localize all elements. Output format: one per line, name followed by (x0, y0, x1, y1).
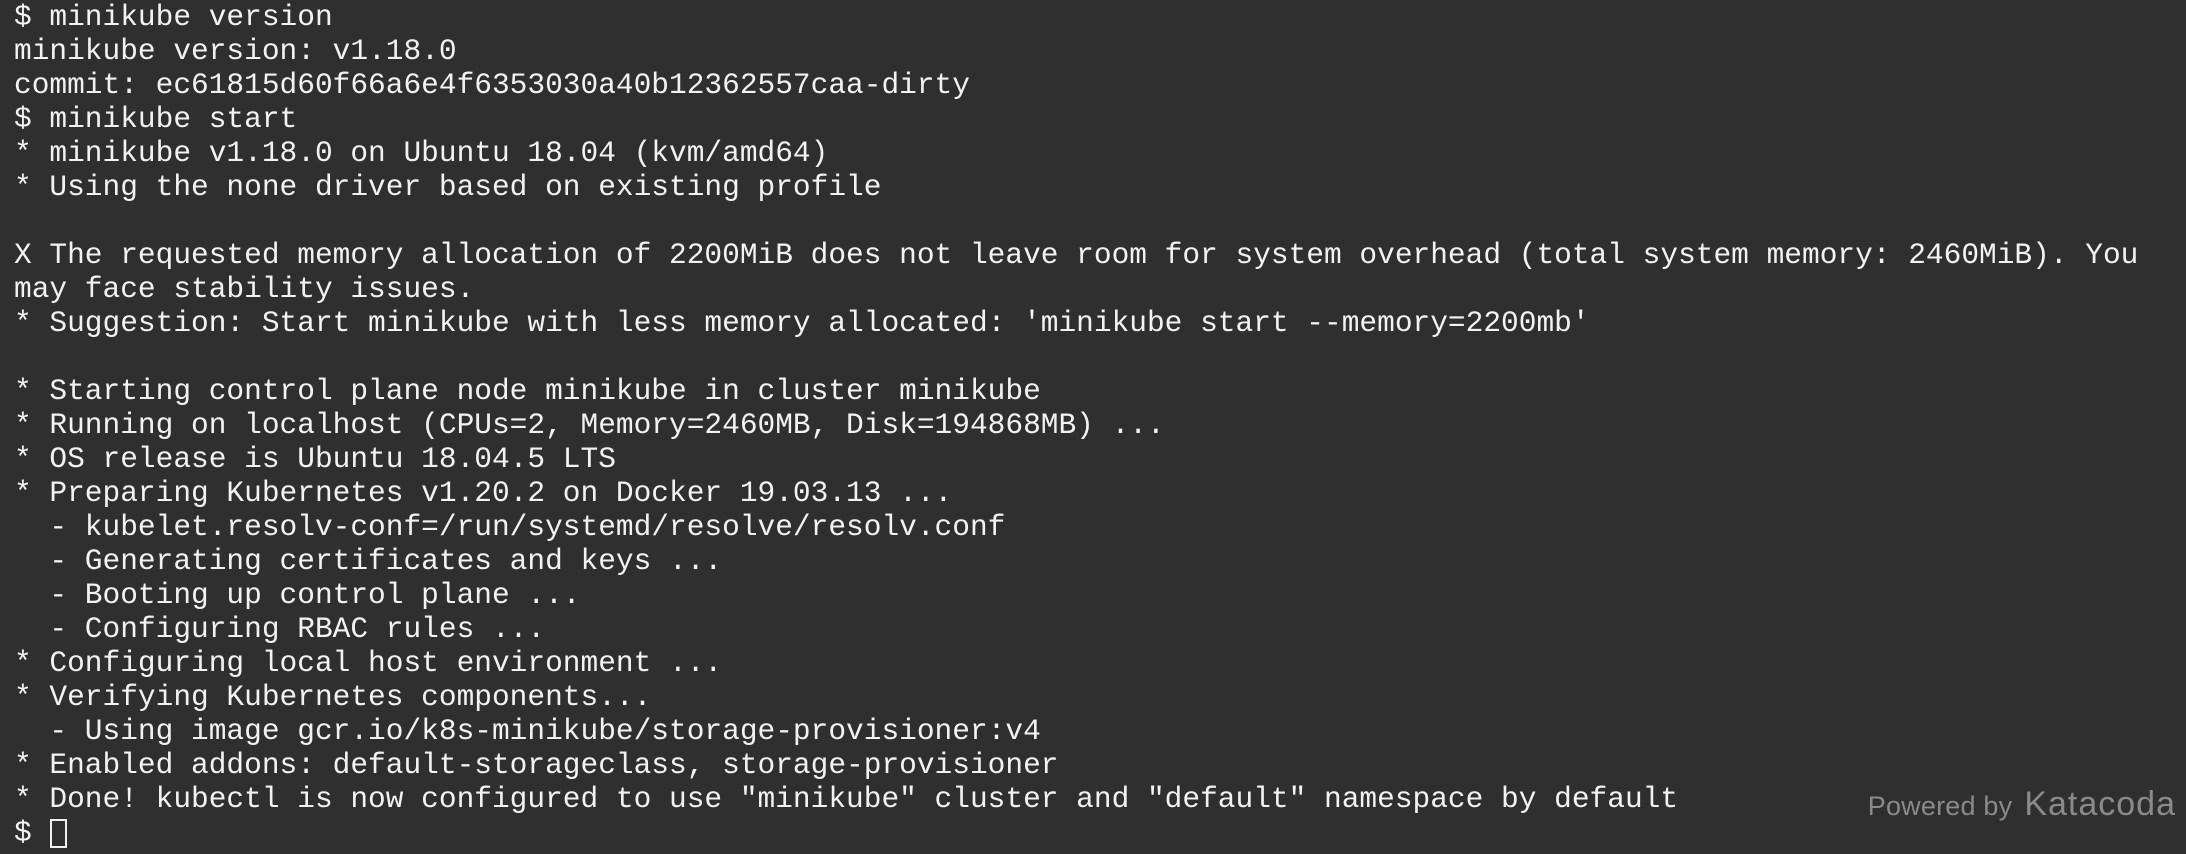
powered-by-label: Powered by (1867, 791, 2013, 821)
terminal-line: * OS release is Ubuntu 18.04.5 LTS (14, 442, 616, 476)
terminal-line: $ minikube version (14, 0, 333, 34)
terminal-output[interactable]: $ minikube version minikube version: v1.… (14, 0, 2186, 854)
terminal-line: - kubelet.resolv-conf=/run/systemd/resol… (14, 510, 1006, 544)
terminal-line: commit: ec61815d60f66a6e4f6353030a40b123… (14, 68, 970, 102)
terminal-line: * Preparing Kubernetes v1.20.2 on Docker… (14, 476, 953, 510)
terminal-line: * Using the none driver based on existin… (14, 170, 882, 204)
terminal-line: - Using image gcr.io/k8s-minikube/storag… (14, 714, 1041, 748)
katacoda-logo: Katacoda (2024, 785, 2176, 823)
powered-by-katacoda-watermark: Powered by Katacoda (1868, 785, 2176, 824)
terminal-line: * Enabled addons: default-storageclass, … (14, 748, 1059, 782)
text-cursor[interactable] (49, 818, 67, 848)
terminal-line: * minikube v1.18.0 on Ubuntu 18.04 (kvm/… (14, 136, 829, 170)
terminal-line: minikube version: v1.18.0 (14, 34, 457, 68)
terminal-line: * Configuring local host environment ... (14, 646, 723, 680)
terminal-prompt-line[interactable]: $ (14, 816, 2186, 850)
terminal-line: - Configuring RBAC rules ... (14, 612, 546, 646)
terminal-line: may face stability issues. (14, 272, 475, 306)
terminal-line: - Booting up control plane ... (14, 578, 581, 612)
terminal-line: X The requested memory allocation of 220… (14, 238, 2139, 272)
terminal-line: - Generating certificates and keys ... (14, 544, 723, 578)
terminal-line: * Running on localhost (CPUs=2, Memory=2… (14, 408, 1165, 442)
terminal-line: * Verifying Kubernetes components... (14, 680, 652, 714)
terminal-line: * Starting control plane node minikube i… (14, 374, 1041, 408)
terminal-line: * Done! kubectl is now configured to use… (14, 782, 1679, 816)
terminal-line: * Suggestion: Start minikube with less m… (14, 306, 1590, 340)
shell-prompt: $ (14, 816, 32, 850)
terminal-line: $ minikube start (14, 102, 298, 136)
